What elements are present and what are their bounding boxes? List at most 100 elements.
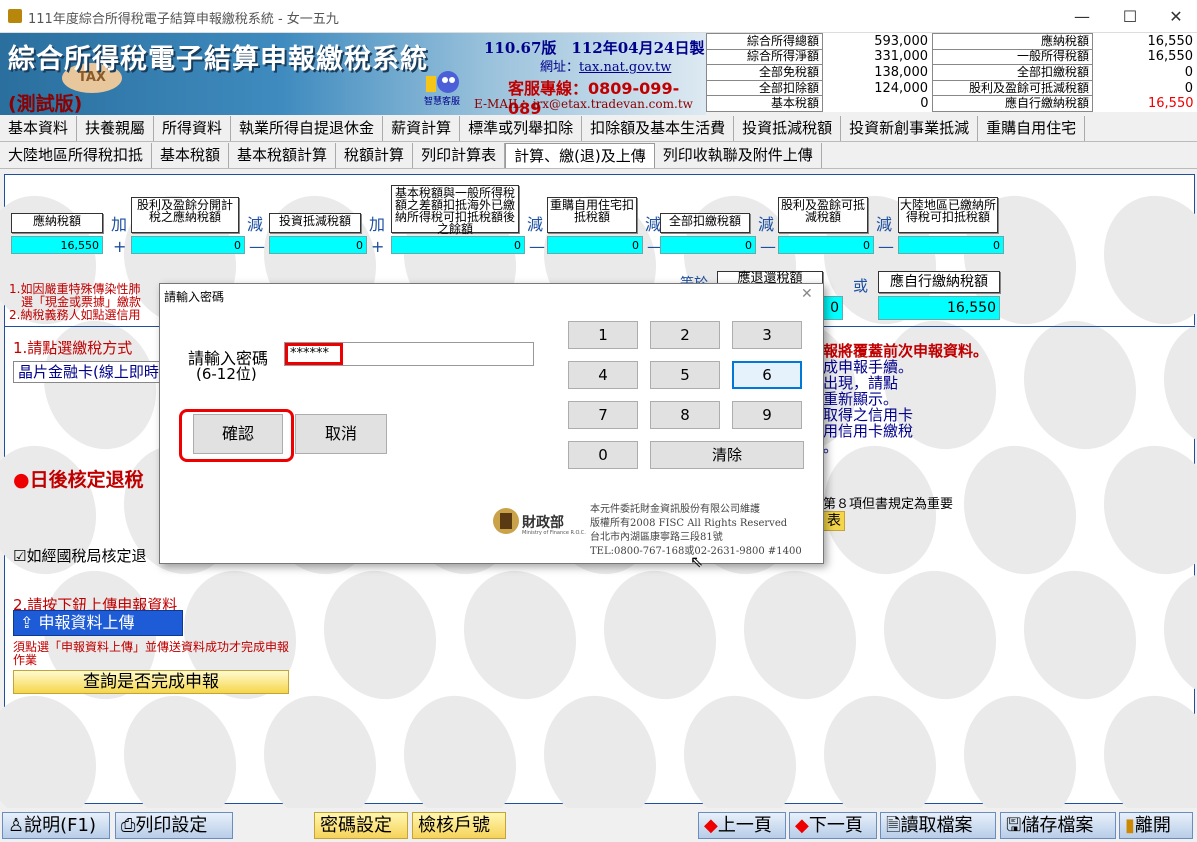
refund-check-label: ●日後核定退稅: [13, 465, 144, 492]
next-page-button[interactable]: ◆下一頁: [789, 812, 877, 839]
password-settings-button[interactable]: 密碼設定: [314, 812, 408, 839]
key-2-button[interactable]: 2: [650, 321, 720, 349]
save-label: 儲存檔案: [1021, 815, 1094, 836]
key-8-button[interactable]: 8: [650, 401, 720, 429]
pay-label: 應自行繳納稅額: [878, 271, 1000, 293]
calc-item-label: 應納稅額: [11, 213, 103, 233]
bullet-icon: ●: [13, 469, 30, 491]
operator-word: 加: [369, 215, 386, 234]
checkbox-icon[interactable]: ☑: [13, 547, 26, 565]
instruction-3: 重新顯示。: [823, 390, 899, 408]
tab-tabs_row2-4[interactable]: 列印計算表: [413, 143, 506, 168]
summary-row: 綜合所得淨額 331,000: [706, 48, 932, 66]
or-label: 或: [853, 277, 869, 295]
minimize-button[interactable]: —: [1059, 0, 1105, 33]
tab-tabs_row1-0[interactable]: 基本資料: [0, 116, 78, 141]
key-6-button[interactable]: 6: [732, 361, 802, 389]
operator-word: 減: [876, 215, 893, 234]
save-file-button[interactable]: 🖫儲存檔案: [1000, 812, 1116, 839]
password-input[interactable]: ******: [284, 342, 534, 366]
operator-word: 減: [758, 215, 775, 234]
print-settings-button[interactable]: ⎙列印設定: [115, 812, 233, 839]
tab-tabs_row2-6[interactable]: 列印收執聯及附件上傳: [655, 143, 822, 168]
tab-tabs_row1-3[interactable]: 執業所得自提退休金: [231, 116, 384, 141]
query-complete-button[interactable]: 查詢是否完成申報: [13, 670, 289, 694]
pay-method-label: 1.請點選繳稅方式: [13, 339, 133, 357]
calc-item-value: 0: [131, 236, 245, 254]
tab-tabs_row2-2[interactable]: 基本稅額計算: [229, 143, 337, 168]
tab-row-1: 基本資料 扶養親屬 所得資料 執業所得自提退休金 薪資計算 標準或列舉扣除 扣除額及基本生活…: [0, 116, 1197, 142]
pay-method-select[interactable]: 晶片金融卡(線上即時: [13, 361, 165, 383]
summary-value: 0: [1184, 64, 1193, 80]
tab-tabs_row1-8[interactable]: 投資新創事業抵減: [841, 116, 979, 141]
instruction-1: 成申報手續。: [823, 358, 914, 376]
tab-tabs_row2-1[interactable]: 基本稅額: [152, 143, 230, 168]
maximize-button[interactable]: ☐: [1107, 0, 1153, 33]
exit-button[interactable]: ▮離開: [1119, 812, 1193, 839]
clear-button[interactable]: 清除: [650, 441, 804, 469]
operator-word: 減: [247, 215, 264, 234]
key-4-button[interactable]: 4: [568, 361, 638, 389]
close-button[interactable]: ✕: [1153, 0, 1197, 33]
summary-row: 全部扣除額 124,000: [706, 79, 932, 97]
dialog-close-icon[interactable]: ✕: [801, 286, 813, 302]
summary-label: 應納稅額: [932, 33, 1093, 50]
summary-label: 應自行繳納稅額: [932, 95, 1093, 112]
exit-door-icon: ▮: [1125, 815, 1135, 836]
tab-tabs_row2-5[interactable]: 計算、繳(退)及上傳: [505, 143, 655, 168]
key-3-button[interactable]: 3: [732, 321, 802, 349]
tab-tabs_row2-3[interactable]: 稅額計算: [336, 143, 414, 168]
tab-tabs_row2-0[interactable]: 大陸地區所得稅扣抵: [0, 143, 153, 168]
upload-button-label: 申報資料上傳: [38, 613, 135, 632]
cancel-button[interactable]: 取消: [295, 414, 387, 454]
watermark-disc: [1087, 431, 1197, 589]
app-icon: [8, 9, 22, 23]
summary-label: 全部扣除額: [706, 79, 823, 97]
key-5-button[interactable]: 5: [650, 361, 720, 389]
tab-tabs_row1-5[interactable]: 標準或列舉扣除: [460, 116, 583, 141]
tab-tabs_row1-7[interactable]: 投資抵減稅額: [734, 116, 842, 141]
tab-tabs_row1-4[interactable]: 薪資計算: [383, 116, 461, 141]
tab-tabs_row1-2[interactable]: 所得資料: [154, 116, 232, 141]
read-label: 讀取檔案: [900, 815, 973, 836]
summary-table-right: 應納稅額 16,550 一般所得稅額 16,550 全部扣繳稅額 0 股利及盈餘可抵減稅額 0…: [932, 33, 1197, 112]
watermark-disc: [307, 556, 453, 714]
help-button[interactable]: ♙說明(F1): [2, 812, 110, 839]
read-file-button[interactable]: 🗎讀取檔案: [880, 812, 996, 839]
tab-tabs_row1-9[interactable]: 重購自用住宅: [978, 116, 1086, 141]
prev-page-button[interactable]: ◆上一頁: [698, 812, 786, 839]
calc-item-value: 0: [269, 236, 367, 254]
upload-button[interactable]: ⇪ 申報資料上傳: [13, 610, 183, 636]
tab-tabs_row1-1[interactable]: 扶養親屬: [77, 116, 155, 141]
calc-item-label: 基本稅額與一般所得稅額之差額扣抵海外已繳納所得稅可扣抵稅額後之餘額: [391, 185, 519, 235]
summary-label: 全部扣繳稅額: [932, 64, 1093, 81]
test-version-label: (測試版): [8, 93, 83, 115]
refund-check-text: 日後核定退稅: [29, 469, 144, 491]
key-7-button[interactable]: 7: [568, 401, 638, 429]
bottom-toolbar: ♙說明(F1) ⎙列印設定 密碼設定 檢核戶號 ◆上一頁 ◆下一頁 🗎讀取檔案 …: [0, 808, 1197, 842]
verify-checkbox[interactable]: ☑如經國稅局核定退: [13, 545, 146, 566]
calc-item-value: 0: [898, 236, 1004, 254]
operator-symbol: —: [878, 237, 894, 256]
verify-account-button[interactable]: 檢核戶號: [412, 812, 506, 839]
key-9-button[interactable]: 9: [732, 401, 802, 429]
verify-checkbox-label: 如經國稅局核定退: [26, 547, 147, 565]
mof-logo-text: 財政部: [522, 515, 564, 531]
summary-label: 基本稅額: [706, 95, 823, 112]
key-0-button[interactable]: 0: [568, 441, 638, 469]
operator-word: 減: [527, 215, 544, 234]
rule-text: 第８項但書規定為重要: [823, 497, 954, 512]
watermark-disc: [1007, 556, 1153, 714]
ok-button[interactable]: 確認: [193, 414, 283, 454]
key-1-button[interactable]: 1: [568, 321, 638, 349]
calc-item-value: 0: [778, 236, 874, 254]
mouse-cursor-icon: ⇖: [690, 552, 704, 571]
mascot-icon[interactable]: 智慧客服: [424, 68, 464, 107]
tab-row-2: 大陸地區所得稅扣抵 基本稅額 基本稅額計算 稅額計算 列印計算表 計算、繳(退)及上傳 列印…: [0, 143, 1197, 169]
website-line: 網址：tax.nat.gov.tw: [540, 56, 671, 75]
rule-button[interactable]: 表: [823, 511, 845, 531]
tab-tabs_row1-6[interactable]: 扣除額及基本生活費: [582, 116, 735, 141]
website-link[interactable]: tax.nat.gov.tw: [579, 60, 671, 75]
operator-word: 加: [111, 215, 128, 234]
app-banner: TAX 綜合所得稅電子結算申報繳稅系統 (測試版) 智慧客服 110.67版 1…: [0, 33, 706, 118]
